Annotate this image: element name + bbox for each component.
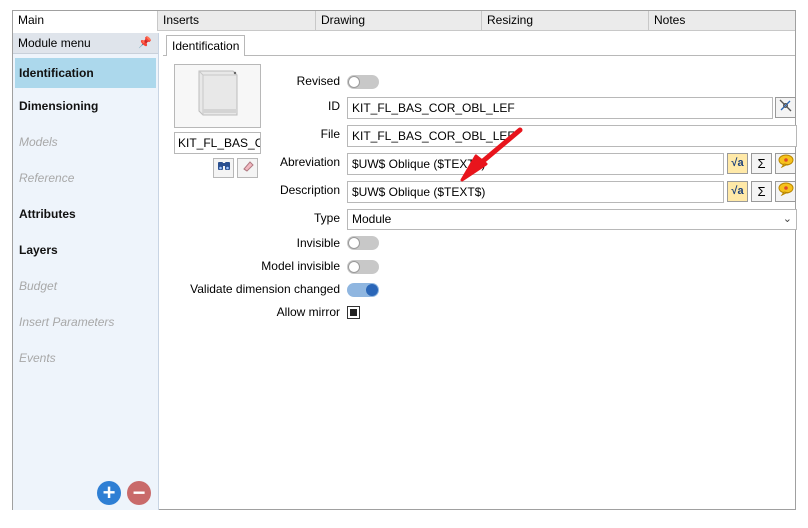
file-label: File	[320, 127, 340, 141]
type-label: Type	[313, 211, 340, 225]
id-picker-icon[interactable]	[775, 97, 796, 118]
sidebar-item-budget: Budget	[19, 279, 58, 293]
tab-divider	[163, 55, 795, 56]
description-label: Description	[279, 183, 340, 197]
type-select[interactable]: Module ⌄	[347, 209, 797, 230]
tab-notes[interactable]: Notes	[649, 11, 795, 31]
model-invisible-label: Model invisible	[261, 259, 340, 273]
module-thumbnail	[174, 64, 261, 128]
sidebar-action-buttons: + −	[97, 481, 151, 505]
sidebar-item-dimensioning[interactable]: Dimensioning	[13, 88, 158, 124]
sidebar-item-reference: Reference	[19, 171, 75, 185]
binoculars-icon[interactable]	[213, 158, 234, 178]
thumbnail-name: KIT_FL_BAS_C	[174, 132, 261, 154]
tab-main[interactable]: Main	[13, 11, 158, 31]
identification-panel: Identification KIT_FL_BAS_C Revised ID K…	[163, 33, 797, 510]
abreviation-label: Abreviation	[279, 155, 340, 169]
sidebar-item-models: Models	[19, 135, 58, 149]
allow-mirror-checkbox[interactable]	[347, 306, 360, 319]
sigma-icon-description[interactable]: Σ	[751, 181, 772, 202]
allow-mirror-label: Allow mirror	[276, 305, 340, 319]
invisible-toggle[interactable]	[347, 236, 379, 250]
revised-label: Revised	[296, 74, 340, 88]
tab-inserts[interactable]: Inserts	[158, 11, 316, 31]
formula-icon-abreviation[interactable]: √a	[727, 153, 748, 174]
description-field[interactable]: $UW$ Oblique ($TEXT$)	[347, 181, 724, 203]
formula-icon-description[interactable]: √a	[727, 181, 748, 202]
pin-icon[interactable]: 📌	[138, 33, 152, 54]
remove-item-button[interactable]: −	[127, 481, 151, 505]
sigma-icon-abreviation[interactable]: Σ	[751, 153, 772, 174]
sidebar-header-title: Module menu	[18, 36, 91, 50]
sidebar-item-identification[interactable]: Identification	[15, 58, 156, 88]
abreviation-field[interactable]: $UW$ Oblique ($TEXT$)	[347, 153, 724, 175]
sidebar-item-events: Events	[19, 351, 56, 365]
tab-resizing[interactable]: Resizing	[482, 11, 649, 31]
speech-bubble-icon-abreviation[interactable]	[775, 153, 796, 174]
eraser-icon[interactable]	[237, 158, 258, 178]
model-invisible-toggle[interactable]	[347, 260, 379, 274]
add-item-button[interactable]: +	[97, 481, 121, 505]
invisible-label: Invisible	[296, 236, 340, 250]
sidebar-item-insert-parameters: Insert Parameters	[19, 315, 115, 329]
id-label: ID	[328, 99, 340, 113]
sidebar-item-attributes[interactable]: Attributes	[13, 196, 158, 232]
validate-dimension-toggle[interactable]	[347, 283, 379, 297]
speech-bubble-icon-description[interactable]	[775, 181, 796, 202]
tab-drawing[interactable]: Drawing	[316, 11, 482, 31]
file-field[interactable]: KIT_FL_BAS_COR_OBL_LEF	[347, 125, 797, 147]
sidebar-header: Module menu 📌	[13, 33, 158, 54]
validate-dimension-label: Validate dimension changed	[190, 282, 340, 296]
module-editor-window: Main Inserts Drawing Resizing Notes Modu…	[12, 10, 797, 510]
main-tab-strip: Main Inserts Drawing Resizing Notes	[13, 11, 795, 31]
type-select-value: Module	[352, 212, 392, 226]
cabinet-preview-image	[175, 65, 260, 127]
module-menu-sidebar: Module menu 📌 Identification Dimensionin…	[13, 33, 159, 510]
chevron-down-icon: ⌄	[782, 213, 792, 225]
id-field[interactable]: KIT_FL_BAS_COR_OBL_LEF	[347, 97, 773, 119]
sidebar-item-layers[interactable]: Layers	[13, 232, 158, 268]
revised-toggle[interactable]	[347, 75, 379, 89]
tab-identification[interactable]: Identification	[166, 35, 246, 56]
